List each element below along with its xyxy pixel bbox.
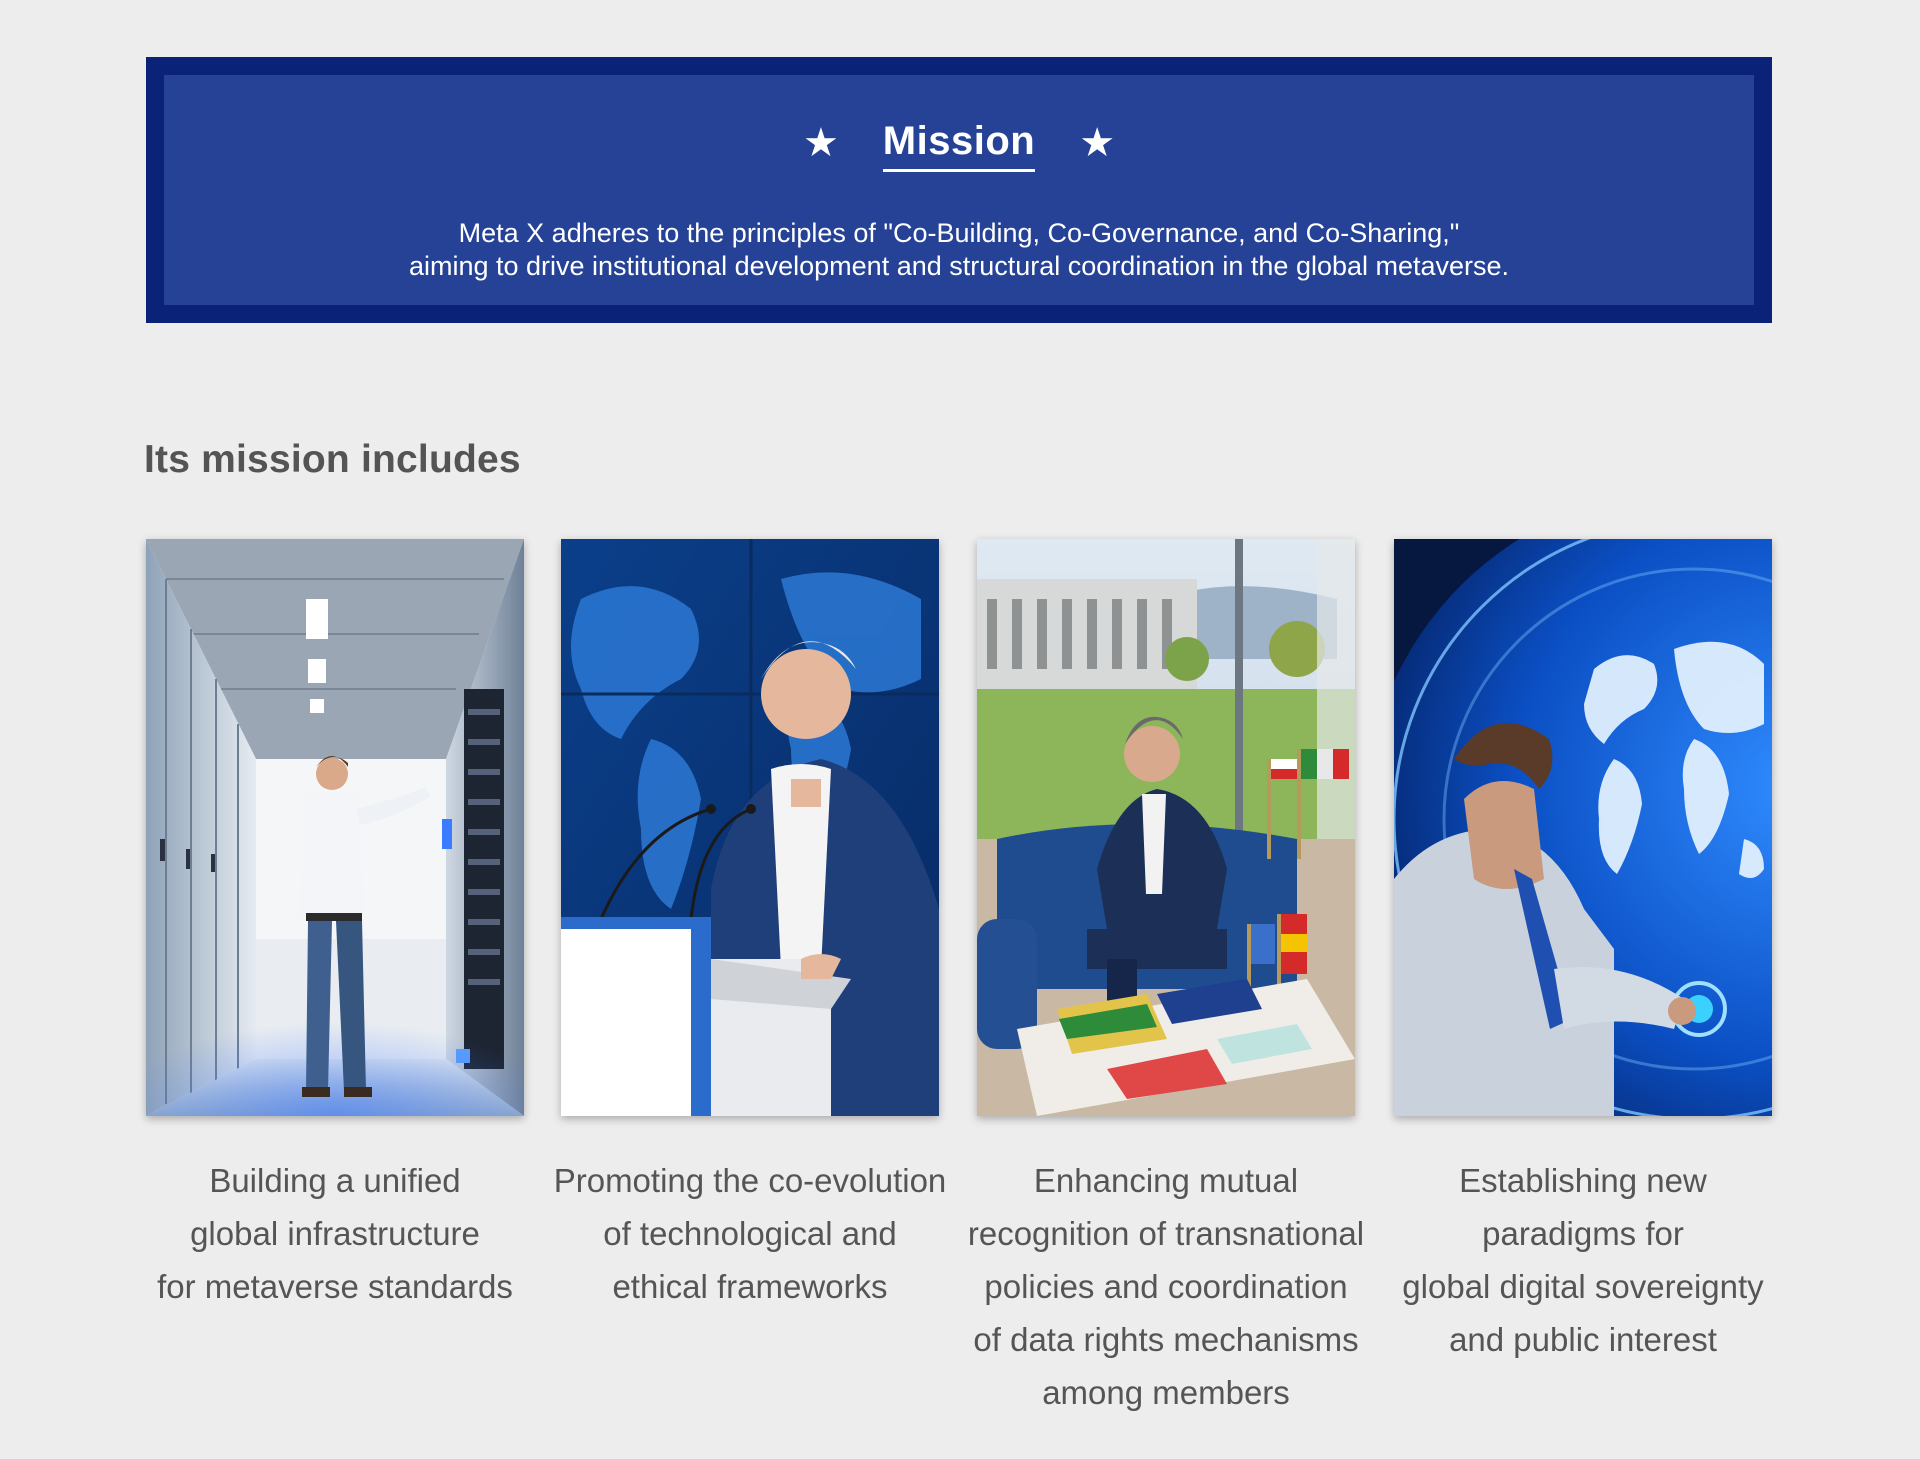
card-caption-line: among members [1042, 1374, 1290, 1411]
section-heading: Its mission includes [144, 438, 521, 481]
mission-statement: Meta X adheres to the principles of "Co-… [164, 217, 1754, 283]
data-center-illustration [146, 539, 524, 1116]
mission-inner-panel: ★ Mission ★ Meta X adheres to the princi… [164, 75, 1754, 305]
card-caption-line: for metaverse standards [157, 1268, 513, 1305]
mission-cards: Building a unified global infrastructure… [146, 539, 1772, 1419]
card-caption-line: Building a unified [209, 1162, 461, 1199]
star-icon-left: ★ [802, 121, 839, 165]
card-caption-line: policies and coordination [984, 1268, 1348, 1305]
digital-map-illustration [1394, 539, 1772, 1116]
card-caption-line: of data rights mechanisms [973, 1321, 1359, 1358]
mission-statement-line: Meta X adheres to the principles of "Co-… [458, 218, 1460, 248]
card-caption-line: Enhancing mutual [1033, 1162, 1299, 1199]
card-caption-line: global digital sovereignty [1402, 1268, 1764, 1305]
star-icon-right: ★ [1079, 121, 1116, 165]
card-caption-line: Promoting the co-evolution [553, 1162, 947, 1199]
mission-card-recognition: Enhancing mutual recognition of transnat… [968, 539, 1364, 1411]
card-image-digital-map [1394, 539, 1772, 1116]
card-caption: Promoting the co-evolution of technologi… [541, 1154, 959, 1313]
card-caption-line: Establishing new [1459, 1162, 1707, 1199]
mission-card-ethics: Promoting the co-evolution of technologi… [554, 539, 946, 1305]
card-caption-line: recognition of transnational [967, 1215, 1365, 1252]
mission-title: Mission [882, 119, 1036, 172]
card-caption: Building a unified global infrastructure… [126, 1154, 544, 1313]
card-image-speaker [561, 539, 939, 1116]
mission-banner: ★ Mission ★ Meta X adheres to the princi… [146, 57, 1772, 323]
mission-card-sovereignty: Establishing new paradigms for global di… [1394, 539, 1772, 1358]
mission-statement-line: aiming to drive institutional developmen… [408, 251, 1510, 281]
meeting-illustration [977, 539, 1355, 1116]
speaker-illustration [561, 539, 939, 1116]
mission-title-row: ★ Mission ★ [164, 115, 1754, 175]
card-caption-line: ethical frameworks [612, 1268, 888, 1305]
card-caption-line: of technological and [603, 1215, 897, 1252]
card-caption: Enhancing mutual recognition of transnat… [957, 1154, 1375, 1419]
card-caption-line: and public interest [1449, 1321, 1717, 1358]
card-image-meeting [977, 539, 1355, 1116]
card-caption-line: paradigms for [1482, 1215, 1684, 1252]
card-image-data-center [146, 539, 524, 1116]
mission-card-infrastructure: Building a unified global infrastructure… [146, 539, 524, 1305]
card-caption-line: global infrastructure [190, 1215, 480, 1252]
card-caption: Establishing new paradigms for global di… [1374, 1154, 1792, 1366]
